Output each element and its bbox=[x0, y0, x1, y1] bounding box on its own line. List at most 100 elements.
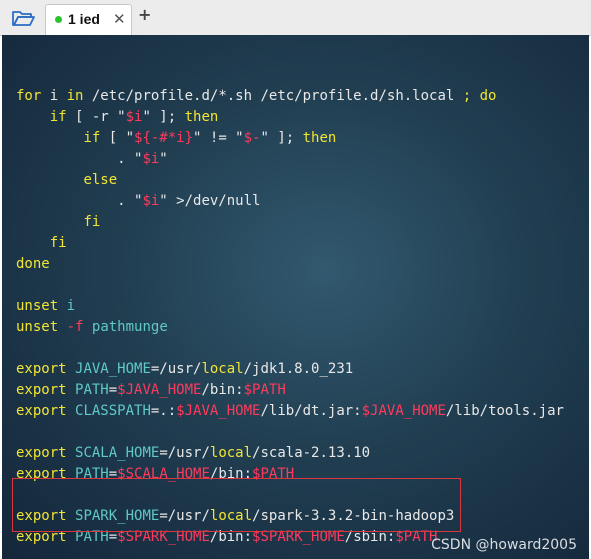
folder-icon bbox=[12, 10, 35, 26]
code-token: = bbox=[108, 382, 118, 398]
code-token: " >/dev/null bbox=[159, 193, 261, 209]
code-token: $i bbox=[125, 109, 143, 125]
terminal-line: unset -f pathmunge bbox=[16, 317, 564, 338]
terminal-line: export JAVA_HOME=/usr/local/jdk1.8.0_231 bbox=[16, 359, 564, 380]
code-token: $- bbox=[243, 130, 261, 146]
terminal-line: if [ "${-#*i}" != "$-" ]; then bbox=[16, 128, 564, 149]
tab-bar: 1 ied ✕ + bbox=[0, 0, 591, 36]
terminal-line: else bbox=[16, 170, 564, 191]
code-token: -f bbox=[66, 319, 84, 335]
code-token: unset bbox=[16, 298, 59, 314]
code-token: done bbox=[16, 256, 50, 272]
terminal-line: unset i bbox=[16, 296, 564, 317]
code-token: for bbox=[16, 88, 42, 104]
code-token: $JAVA_HOME bbox=[361, 403, 446, 419]
code-token: fi bbox=[83, 214, 101, 230]
code-token: " ]; bbox=[142, 109, 185, 125]
terminal-text: for i in /etc/profile.d/*.sh /etc/profil… bbox=[16, 65, 564, 548]
code-token: $PATH bbox=[243, 382, 286, 398]
code-token: CLASSPATH bbox=[75, 403, 151, 419]
code-token: $i bbox=[142, 193, 160, 209]
code-token: " ]; bbox=[260, 130, 303, 146]
code-token: " != " bbox=[193, 130, 244, 146]
code-token: /lib/dt.jar: bbox=[260, 403, 362, 419]
close-tab-icon[interactable]: ✕ bbox=[113, 10, 126, 28]
code-token: ; bbox=[462, 88, 472, 104]
code-token: JAVA_HOME bbox=[75, 361, 151, 377]
terminal-line: export CLASSPATH=.:$JAVA_HOME/lib/dt.jar… bbox=[16, 401, 564, 422]
code-token: /bin: bbox=[201, 382, 244, 398]
code-token: then bbox=[184, 109, 219, 125]
code-token: [ " bbox=[100, 130, 135, 146]
code-token: unset bbox=[16, 319, 59, 335]
code-token: i bbox=[66, 298, 76, 314]
code-token: in bbox=[66, 88, 84, 104]
code-token: ${-#*i} bbox=[134, 130, 194, 146]
code-token: /etc/profile.d/*.sh /etc/profile.d/sh.lo… bbox=[83, 88, 463, 104]
code-token: . " bbox=[16, 151, 143, 167]
code-token: /lib/tools.jar bbox=[445, 403, 564, 419]
terminal-line: . "$i" >/dev/null bbox=[16, 191, 564, 212]
code-token: export bbox=[16, 445, 67, 461]
code-token: PATH bbox=[75, 382, 109, 398]
highlight-box bbox=[12, 478, 461, 532]
terminal-pane[interactable]: for i in /etc/profile.d/*.sh /etc/profil… bbox=[2, 35, 589, 559]
code-token: if bbox=[83, 130, 101, 146]
code-token: $JAVA_HOME bbox=[176, 403, 261, 419]
code-token: export bbox=[16, 382, 67, 398]
code-token: pathmunge bbox=[91, 319, 168, 335]
terminal-line: fi bbox=[16, 233, 564, 254]
connection-status-icon bbox=[55, 16, 62, 23]
terminal-line: . "$i" bbox=[16, 149, 564, 170]
code-token: /scala-2.13.10 bbox=[252, 445, 371, 461]
terminal-line: export SCALA_HOME=/usr/local/scala-2.13.… bbox=[16, 443, 564, 464]
terminal-line: export PATH=$JAVA_HOME/bin:$PATH bbox=[16, 380, 564, 401]
code-token: . " bbox=[16, 193, 143, 209]
code-token: fi bbox=[49, 235, 67, 251]
code-token: local bbox=[201, 361, 244, 377]
watermark: CSDN @howard2005 bbox=[431, 537, 577, 553]
code-token: =/usr/ bbox=[150, 361, 202, 377]
terminal-line: done bbox=[16, 254, 564, 275]
code-token: else bbox=[83, 172, 118, 188]
terminal-line: fi bbox=[16, 212, 564, 233]
code-token: local bbox=[209, 445, 253, 461]
code-token: =/usr/ bbox=[159, 445, 210, 461]
tab-label: 1 ied bbox=[68, 11, 100, 27]
terminal-line: for i in /etc/profile.d/*.sh /etc/profil… bbox=[16, 86, 564, 107]
code-token: export bbox=[16, 361, 67, 377]
code-token: $JAVA_HOME bbox=[117, 382, 202, 398]
code-token: " bbox=[159, 151, 168, 167]
add-tab-button[interactable]: + bbox=[138, 5, 151, 24]
code-token: =.: bbox=[150, 403, 177, 419]
code-token: SCALA_HOME bbox=[75, 445, 160, 461]
open-folder-button[interactable] bbox=[8, 4, 38, 31]
tab-1-ied[interactable]: 1 ied ✕ bbox=[45, 4, 132, 35]
code-token: export bbox=[16, 403, 67, 419]
code-token: do bbox=[479, 88, 497, 104]
code-token: then bbox=[302, 130, 337, 146]
code-token: /jdk1.8.0_231 bbox=[243, 361, 354, 377]
code-token: [ -r " bbox=[66, 109, 126, 125]
terminal-line: if [ -r "$i" ]; then bbox=[16, 107, 564, 128]
code-token: if bbox=[49, 109, 67, 125]
code-token: i bbox=[41, 88, 67, 104]
code-token: $i bbox=[142, 151, 160, 167]
